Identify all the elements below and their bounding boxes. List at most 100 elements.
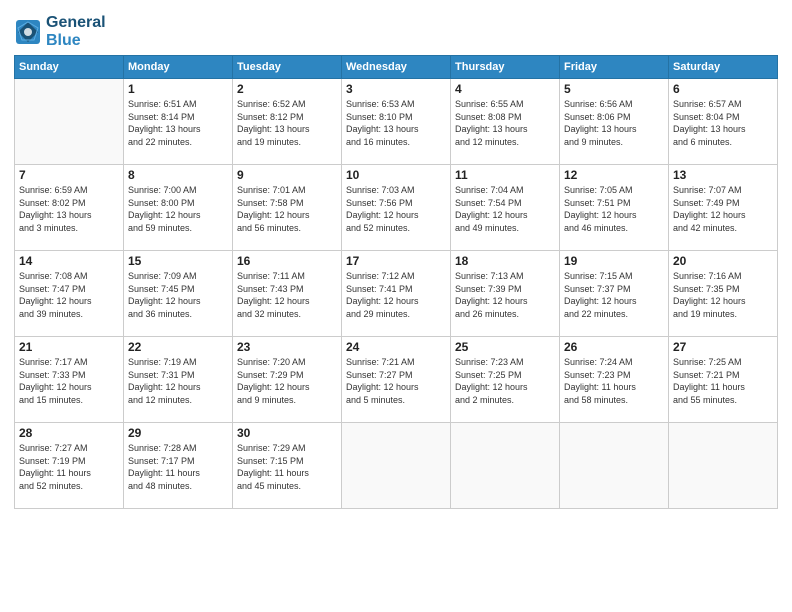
day-number: 29	[128, 426, 228, 440]
day-number: 30	[237, 426, 337, 440]
logo-icon	[14, 18, 42, 46]
calendar-page: General Blue SundayMondayTuesdayWednesda…	[0, 0, 792, 612]
day-info: Sunrise: 7:28 AMSunset: 7:17 PMDaylight:…	[128, 442, 228, 492]
calendar-cell: 21 Sunrise: 7:17 AMSunset: 7:33 PMDayligh…	[15, 337, 124, 423]
day-number: 11	[455, 168, 555, 182]
day-info: Sunrise: 7:19 AMSunset: 7:31 PMDaylight:…	[128, 356, 228, 406]
day-info: Sunrise: 7:08 AMSunset: 7:47 PMDaylight:…	[19, 270, 119, 320]
day-info: Sunrise: 7:20 AMSunset: 7:29 PMDaylight:…	[237, 356, 337, 406]
day-number: 16	[237, 254, 337, 268]
day-info: Sunrise: 6:52 AMSunset: 8:12 PMDaylight:…	[237, 98, 337, 148]
day-number: 21	[19, 340, 119, 354]
weekday-header: Sunday	[15, 56, 124, 79]
day-number: 25	[455, 340, 555, 354]
day-number: 27	[673, 340, 773, 354]
day-number: 5	[564, 82, 664, 96]
day-number: 28	[19, 426, 119, 440]
calendar-week-row: 28Sunrise: 7:27 AMSunset: 7:19 PMDayligh…	[15, 423, 778, 509]
weekday-header: Wednesday	[342, 56, 451, 79]
day-info: Sunrise: 7:15 AMSunset: 7:37 PMDaylight:…	[564, 270, 664, 320]
day-info: Sunrise: 7:12 AMSunset: 7:41 PMDaylight:…	[346, 270, 446, 320]
day-info: Sunrise: 7:03 AMSunset: 7:56 PMDaylight:…	[346, 184, 446, 234]
day-number: 26	[564, 340, 664, 354]
calendar-cell: 25 Sunrise: 7:23 AMSunset: 7:25 PMDayligh…	[451, 337, 560, 423]
calendar-table: SundayMondayTuesdayWednesdayThursdayFrid…	[14, 55, 778, 509]
calendar-cell: 24 Sunrise: 7:21 AMSunset: 7:27 PMDayligh…	[342, 337, 451, 423]
weekday-header: Monday	[124, 56, 233, 79]
day-number: 15	[128, 254, 228, 268]
calendar-cell: 17 Sunrise: 7:12 AMSunset: 7:41 PMDayligh…	[342, 251, 451, 337]
calendar-cell: 6 Sunrise: 6:57 AMSunset: 8:04 PMDaylight…	[669, 79, 778, 165]
day-info: Sunrise: 6:59 AMSunset: 8:02 PMDaylight:…	[19, 184, 119, 234]
calendar-cell: 15 Sunrise: 7:09 AMSunset: 7:45 PMDayligh…	[124, 251, 233, 337]
calendar-cell: 20 Sunrise: 7:16 AMSunset: 7:35 PMDayligh…	[669, 251, 778, 337]
calendar-cell: 18 Sunrise: 7:13 AMSunset: 7:39 PMDayligh…	[451, 251, 560, 337]
day-number: 13	[673, 168, 773, 182]
day-number: 22	[128, 340, 228, 354]
day-number: 23	[237, 340, 337, 354]
logo: General Blue	[14, 14, 106, 49]
calendar-cell: 3Sunrise: 6:53 AMSunset: 8:10 PMDaylight…	[342, 79, 451, 165]
calendar-cell: 9Sunrise: 7:01 AMSunset: 7:58 PMDaylight…	[233, 165, 342, 251]
day-info: Sunrise: 7:11 AMSunset: 7:43 PMDaylight:…	[237, 270, 337, 320]
calendar-cell: 30 Sunrise: 7:29 AMSunset: 7:15 PMDayligh…	[233, 423, 342, 509]
day-info: Sunrise: 7:00 AMSunset: 8:00 PMDaylight:…	[128, 184, 228, 234]
day-info: Sunrise: 7:16 AMSunset: 7:35 PMDaylight:…	[673, 270, 773, 320]
calendar-cell: 5 Sunrise: 6:56 AMSunset: 8:06 PMDaylight…	[560, 79, 669, 165]
calendar-cell: 4 Sunrise: 6:55 AMSunset: 8:08 PMDaylight…	[451, 79, 560, 165]
calendar-cell	[15, 79, 124, 165]
day-info: Sunrise: 7:23 AMSunset: 7:25 PMDaylight:…	[455, 356, 555, 406]
day-info: Sunrise: 7:07 AMSunset: 7:49 PMDaylight:…	[673, 184, 773, 234]
day-info: Sunrise: 7:01 AMSunset: 7:58 PMDaylight:…	[237, 184, 337, 234]
calendar-cell	[451, 423, 560, 509]
logo-text: General Blue	[46, 14, 106, 49]
calendar-cell: 7 Sunrise: 6:59 AMSunset: 8:02 PMDaylight…	[15, 165, 124, 251]
day-info: Sunrise: 7:25 AMSunset: 7:21 PMDaylight:…	[673, 356, 773, 406]
day-info: Sunrise: 7:21 AMSunset: 7:27 PMDaylight:…	[346, 356, 446, 406]
calendar-cell: 8 Sunrise: 7:00 AMSunset: 8:00 PMDaylight…	[124, 165, 233, 251]
day-info: Sunrise: 6:56 AMSunset: 8:06 PMDaylight:…	[564, 98, 664, 148]
calendar-cell: 16 Sunrise: 7:11 AMSunset: 7:43 PMDayligh…	[233, 251, 342, 337]
calendar-cell: 23 Sunrise: 7:20 AMSunset: 7:29 PMDayligh…	[233, 337, 342, 423]
calendar-cell: 11Sunrise: 7:04 AMSunset: 7:54 PMDayligh…	[451, 165, 560, 251]
weekday-header: Friday	[560, 56, 669, 79]
calendar-cell: 22 Sunrise: 7:19 AMSunset: 7:31 PMDayligh…	[124, 337, 233, 423]
weekday-header: Tuesday	[233, 56, 342, 79]
day-number: 4	[455, 82, 555, 96]
calendar-cell: 29 Sunrise: 7:28 AMSunset: 7:17 PMDayligh…	[124, 423, 233, 509]
day-info: Sunrise: 7:09 AMSunset: 7:45 PMDaylight:…	[128, 270, 228, 320]
day-info: Sunrise: 7:05 AMSunset: 7:51 PMDaylight:…	[564, 184, 664, 234]
day-number: 20	[673, 254, 773, 268]
day-number: 6	[673, 82, 773, 96]
calendar-week-row: 7 Sunrise: 6:59 AMSunset: 8:02 PMDaylight…	[15, 165, 778, 251]
day-number: 1	[128, 82, 228, 96]
calendar-cell: 1Sunrise: 6:51 AMSunset: 8:14 PMDaylight…	[124, 79, 233, 165]
day-number: 7	[19, 168, 119, 182]
calendar-cell: 14 Sunrise: 7:08 AMSunset: 7:47 PMDayligh…	[15, 251, 124, 337]
weekday-header: Saturday	[669, 56, 778, 79]
calendar-week-row: 1Sunrise: 6:51 AMSunset: 8:14 PMDaylight…	[15, 79, 778, 165]
calendar-cell	[669, 423, 778, 509]
calendar-cell	[560, 423, 669, 509]
calendar-cell: 28Sunrise: 7:27 AMSunset: 7:19 PMDayligh…	[15, 423, 124, 509]
day-info: Sunrise: 6:57 AMSunset: 8:04 PMDaylight:…	[673, 98, 773, 148]
day-number: 24	[346, 340, 446, 354]
calendar-cell: 13 Sunrise: 7:07 AMSunset: 7:49 PMDayligh…	[669, 165, 778, 251]
day-number: 17	[346, 254, 446, 268]
day-info: Sunrise: 7:17 AMSunset: 7:33 PMDaylight:…	[19, 356, 119, 406]
day-info: Sunrise: 6:53 AMSunset: 8:10 PMDaylight:…	[346, 98, 446, 148]
day-info: Sunrise: 6:55 AMSunset: 8:08 PMDaylight:…	[455, 98, 555, 148]
day-number: 2	[237, 82, 337, 96]
calendar-header-row: SundayMondayTuesdayWednesdayThursdayFrid…	[15, 56, 778, 79]
day-number: 10	[346, 168, 446, 182]
header: General Blue	[14, 10, 778, 49]
day-number: 18	[455, 254, 555, 268]
day-number: 8	[128, 168, 228, 182]
day-info: Sunrise: 7:13 AMSunset: 7:39 PMDaylight:…	[455, 270, 555, 320]
day-info: Sunrise: 7:24 AMSunset: 7:23 PMDaylight:…	[564, 356, 664, 406]
calendar-week-row: 14 Sunrise: 7:08 AMSunset: 7:47 PMDayligh…	[15, 251, 778, 337]
day-number: 14	[19, 254, 119, 268]
calendar-cell: 19Sunrise: 7:15 AMSunset: 7:37 PMDayligh…	[560, 251, 669, 337]
calendar-cell: 10 Sunrise: 7:03 AMSunset: 7:56 PMDayligh…	[342, 165, 451, 251]
day-info: Sunrise: 7:29 AMSunset: 7:15 PMDaylight:…	[237, 442, 337, 492]
